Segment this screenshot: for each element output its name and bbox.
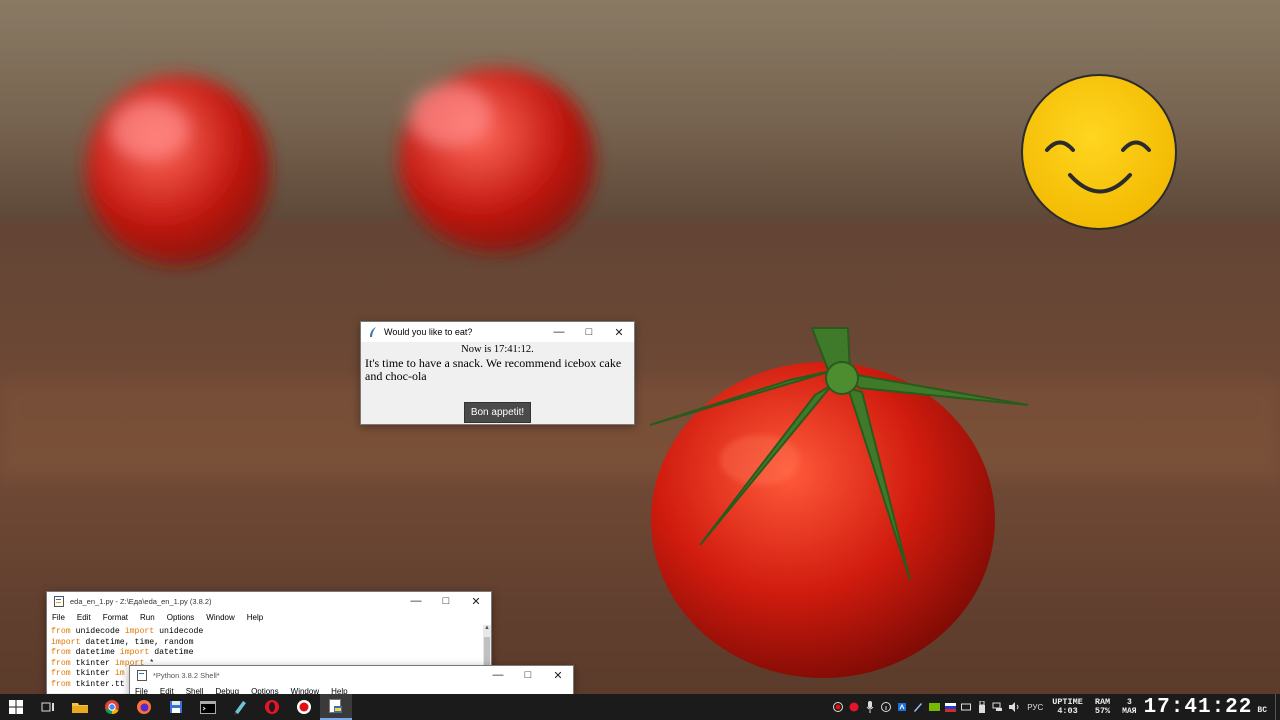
- editor-menubar: File Edit Format Run Options Window Help: [47, 610, 491, 625]
- maximize-button[interactable]: □: [574, 322, 604, 342]
- greenshot-icon[interactable]: [894, 694, 910, 720]
- editor-titlebar[interactable]: eda_en_1.py - Z:\Еда\eda_en_1.py (3.8.2)…: [47, 592, 491, 610]
- ram-value: 57%: [1094, 706, 1111, 716]
- task-view-icon[interactable]: [32, 694, 64, 720]
- input-language[interactable]: РУС: [1022, 703, 1048, 712]
- dialog-titlebar[interactable]: Would you like to eat? — □ ✕: [361, 322, 634, 342]
- snack-dialog-window: Would you like to eat? — □ ✕ Now is 17:4…: [360, 321, 635, 425]
- language-flag-icon[interactable]: [942, 694, 958, 720]
- date-day: 3: [1126, 698, 1132, 707]
- scroll-up-arrow-icon[interactable]: ▲: [483, 625, 491, 631]
- editor-title: eda_en_1.py - Z:\Еда\eda_en_1.py (3.8.2): [70, 596, 212, 606]
- keyboard-switch-icon[interactable]: [958, 694, 974, 720]
- dialog-title: Would you like to eat?: [384, 327, 473, 337]
- close-button[interactable]: ✕: [461, 592, 491, 610]
- taskbar: РУС UPTIME 4:03 RAM 57% 3 МАЯ 17:41:22 В…: [0, 694, 1280, 720]
- recommendation-text: It's time to have a snack. We recommend …: [365, 356, 622, 383]
- date-month: МАЯ: [1122, 707, 1137, 716]
- scrollbar-thumb[interactable]: [484, 637, 490, 665]
- save-disk-icon[interactable]: [160, 694, 192, 720]
- code-line: import datetime, time, random: [51, 637, 194, 647]
- current-time-label: Now is 17:41:12.: [461, 344, 534, 355]
- menu-item-run[interactable]: Run: [140, 613, 155, 622]
- menu-item-options[interactable]: Options: [167, 613, 195, 622]
- minimize-button[interactable]: —: [401, 592, 431, 610]
- date-widget[interactable]: 3 МАЯ: [1118, 698, 1140, 716]
- shell-titlebar[interactable]: *Python 3.8.2 Shell* — □ ✕: [130, 666, 573, 684]
- python-shell-icon: [135, 668, 149, 682]
- opera-tray-icon[interactable]: [846, 694, 862, 720]
- windows-logo-icon: [9, 700, 23, 714]
- menu-item-help[interactable]: Help: [247, 613, 263, 622]
- menu-item-window[interactable]: Window: [206, 613, 234, 622]
- uptime-value: 4:03: [1057, 706, 1078, 716]
- blurred-tomato-center: [399, 68, 595, 252]
- notepad-icon[interactable]: [224, 694, 256, 720]
- start-button[interactable]: [0, 694, 32, 720]
- dialog-body: Now is 17:41:12. It's time to have a sna…: [361, 342, 634, 424]
- smiley-face-icon: [1021, 74, 1177, 230]
- minimize-button[interactable]: —: [483, 666, 513, 684]
- close-button[interactable]: ✕: [543, 666, 573, 684]
- weekday: ВС: [1257, 705, 1267, 715]
- uptime-widget: UPTIME 4:03: [1048, 698, 1087, 716]
- wallpaper: [0, 68, 1280, 694]
- desktop: Would you like to eat? — □ ✕ Now is 17:4…: [0, 0, 1280, 696]
- idle-python-icon[interactable]: [320, 694, 352, 720]
- python-shell-window: *Python 3.8.2 Shell* — □ ✕ File Edit Shell…: [129, 665, 574, 696]
- python-file-icon: [52, 594, 66, 608]
- bon-appetit-button[interactable]: Bon appetit!: [464, 402, 531, 423]
- minimize-button[interactable]: —: [544, 322, 574, 342]
- file-explorer-icon[interactable]: [64, 694, 96, 720]
- shell-title: *Python 3.8.2 Shell*: [153, 670, 220, 680]
- firefox-icon[interactable]: [128, 694, 160, 720]
- info-tray-icon[interactable]: [878, 694, 894, 720]
- opera-icon[interactable]: [256, 694, 288, 720]
- maximize-button[interactable]: □: [513, 666, 543, 684]
- code-line: from unidecode import unidecode: [51, 627, 204, 636]
- chrome-icon[interactable]: [96, 694, 128, 720]
- maximize-button[interactable]: □: [431, 592, 461, 610]
- record-tray-icon[interactable]: [830, 694, 846, 720]
- blurred-tomato-left: [86, 75, 270, 265]
- nvidia-icon[interactable]: [926, 694, 942, 720]
- menu-item-edit[interactable]: Edit: [77, 613, 91, 622]
- pen-tray-icon[interactable]: [910, 694, 926, 720]
- usb-icon[interactable]: [974, 694, 990, 720]
- volume-icon[interactable]: [1006, 694, 1022, 720]
- clock[interactable]: 17:41:22: [1141, 696, 1256, 719]
- menu-item-file[interactable]: File: [52, 613, 65, 622]
- close-button[interactable]: ✕: [604, 322, 634, 342]
- network-icon[interactable]: [990, 694, 1006, 720]
- ram-widget: RAM 57%: [1087, 698, 1118, 716]
- microphone-icon[interactable]: [862, 694, 878, 720]
- screen-recorder-icon[interactable]: [288, 694, 320, 720]
- show-desktop-button[interactable]: [1275, 694, 1280, 720]
- code-line: from datetime import datetime: [51, 648, 194, 658]
- terminal-icon[interactable]: [192, 694, 224, 720]
- menu-item-format[interactable]: Format: [103, 613, 128, 622]
- feather-icon: [366, 325, 380, 339]
